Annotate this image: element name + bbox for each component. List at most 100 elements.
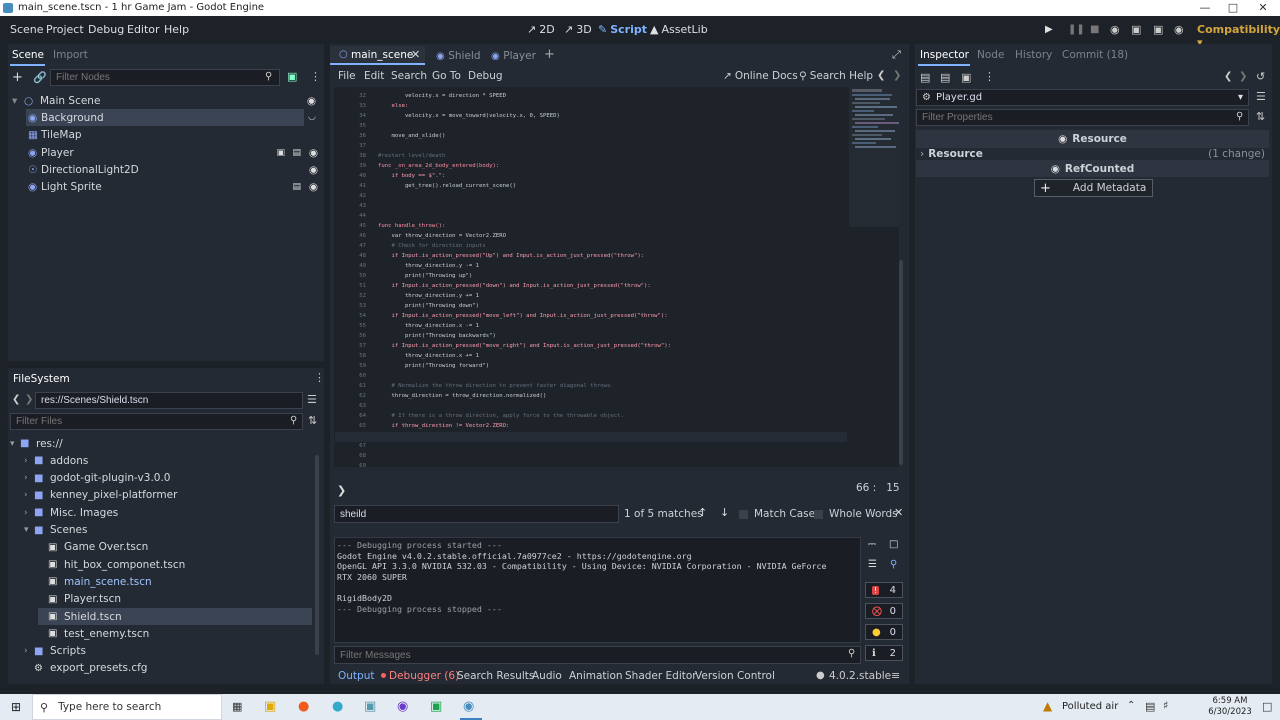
new-resource-icon[interactable]: ▤ — [920, 71, 930, 84]
visibility-eye-icon[interactable]: ◉ — [309, 181, 318, 193]
play-scene-icon[interactable]: ▣ — [1131, 23, 1141, 36]
chevron-right-icon[interactable]: › — [24, 646, 34, 656]
online-docs-button[interactable]: ↗ Online Docs — [723, 70, 798, 82]
chevron-right-icon[interactable]: › — [24, 490, 34, 500]
tab-commit[interactable]: Commit (18) — [1062, 49, 1128, 61]
filesystem-item[interactable]: › ■ kenney_pixel-platformer — [24, 487, 312, 504]
filter-lines-icon[interactable]: ☰ — [868, 559, 877, 570]
tab-scene[interactable]: Scene — [12, 49, 44, 61]
filesystem-item[interactable]: ▣ Game Over.tscn — [38, 539, 312, 556]
find-prev-icon[interactable]: ↑ — [698, 506, 707, 519]
file-explorer-icon[interactable]: ▣ — [264, 699, 276, 714]
warning-filter-toggle[interactable]: ● 0 — [865, 624, 903, 640]
more-options-icon[interactable]: ⋮ — [984, 70, 995, 83]
taskbar-date[interactable]: 6/30/2023 — [1202, 707, 1258, 717]
filesystem-item[interactable]: › ■ Scripts — [24, 643, 312, 660]
add-node-icon[interactable]: + — [12, 70, 23, 85]
open-scene-icon[interactable]: ▣ — [276, 148, 285, 158]
bottom-tab-search-results[interactable]: Search Results — [457, 670, 534, 682]
error-filter-toggle[interactable]: ⨂ 0 — [865, 603, 903, 619]
taskbar-search-box[interactable]: ⚲ Type here to search — [32, 694, 222, 720]
history-icon[interactable]: ↺ — [1256, 70, 1265, 83]
script-menu-goto[interactable]: Go To — [432, 70, 461, 82]
tab-history[interactable]: History — [1015, 49, 1052, 61]
visibility-eye-icon[interactable]: ◉ — [307, 95, 316, 107]
chevron-right-icon[interactable]: › — [24, 508, 34, 518]
filesystem-item[interactable]: › ■ addons — [24, 452, 312, 469]
script-attached-icon[interactable]: ▤ — [292, 182, 301, 192]
tree-node-player[interactable]: ◉ Player ▣ ▤ ◉ — [26, 144, 322, 161]
search-help-button[interactable]: ⚲ Search Help — [799, 70, 873, 82]
task-view-icon[interactable]: ▦ — [232, 700, 242, 713]
more-options-icon[interactable]: ⋮ — [314, 371, 325, 384]
message-filter-toggle[interactable]: ℹ 2 — [865, 645, 903, 661]
minimize-icon[interactable]: — — [1190, 1, 1220, 14]
load-resource-icon[interactable]: ▤ — [940, 71, 950, 84]
visibility-eye-icon[interactable]: ◉ — [309, 164, 318, 176]
script-menu-edit[interactable]: Edit — [364, 70, 384, 82]
whole-words-checkbox[interactable]: Whole Words — [814, 508, 898, 520]
chevron-right-icon[interactable]: › — [24, 473, 34, 483]
tab-import[interactable]: Import — [53, 49, 88, 61]
add-tab-icon[interactable]: + — [544, 47, 555, 62]
menu-help[interactable]: Help — [164, 23, 189, 36]
filesystem-item[interactable]: ▣ hit_box_componet.tscn — [38, 556, 312, 573]
script-menu-search[interactable]: Search — [391, 70, 427, 82]
prev-object-icon[interactable]: ❮ — [1224, 71, 1232, 82]
movie-maker-icon[interactable]: ◉ — [1174, 23, 1184, 36]
code-scrollbar[interactable] — [899, 260, 903, 465]
collapse-arrow-icon[interactable]: ▾ — [12, 95, 24, 107]
list-view-icon[interactable]: ☰ — [307, 393, 317, 406]
filesystem-item[interactable]: ▣ Player.tscn — [38, 591, 312, 608]
tree-node-tilemap[interactable]: ▦ TileMap — [26, 126, 322, 143]
bottom-tab-version-control[interactable]: Version Control — [695, 670, 775, 682]
filter-files-input[interactable] — [10, 413, 303, 430]
distraction-free-icon[interactable]: ⤢ — [892, 48, 901, 62]
play-custom-icon[interactable]: ▣ — [1153, 23, 1163, 36]
filesystem-item[interactable]: ▣ main_scene.tscn — [38, 573, 312, 590]
bottom-tab-shader-editor[interactable]: Shader Editor — [625, 670, 697, 682]
tab-player[interactable]: ◉ Player — [491, 49, 536, 62]
tab-shield[interactable]: ◉ Shield — [436, 49, 481, 62]
close-window-icon[interactable]: ✕ — [1248, 1, 1278, 14]
taskbar-time[interactable]: 6:59 AM — [1207, 696, 1253, 706]
maximize-icon[interactable]: □ — [1218, 1, 1248, 14]
search-output-icon[interactable]: ⚲ — [890, 559, 897, 570]
next-script-icon[interactable]: ❯ — [893, 70, 901, 81]
close-find-icon[interactable]: ✕ — [894, 506, 903, 519]
property-options-icon[interactable]: ⇅ — [1256, 110, 1265, 123]
windows-start-icon[interactable]: ⊞ — [11, 700, 21, 714]
workspace-3d-button[interactable]: ↗ 3D — [564, 23, 592, 36]
prev-script-icon[interactable]: ❮ — [877, 70, 885, 81]
remote-debug-icon[interactable]: ◉ — [1110, 23, 1120, 36]
play-icon[interactable]: ▶ — [1045, 24, 1053, 35]
tab-node[interactable]: Node — [977, 49, 1004, 61]
script-attached-icon[interactable]: ▤ — [292, 148, 301, 158]
resource-property-group[interactable]: › Resource (1 change) — [916, 147, 1269, 161]
app-icon[interactable]: ▣ — [430, 699, 442, 714]
bottom-tab-output[interactable]: Output — [338, 670, 374, 682]
forward-arrow-icon[interactable]: ❯ — [25, 394, 33, 405]
filesystem-item[interactable]: › ■ Misc. Images — [24, 504, 312, 521]
filter-messages-input[interactable] — [334, 646, 861, 664]
add-metadata-button[interactable]: + Add Metadata — [1034, 179, 1153, 197]
brave-browser-icon[interactable]: ● — [298, 699, 309, 714]
back-arrow-icon[interactable]: ❮ — [12, 394, 20, 405]
filter-nodes-input[interactable] — [50, 69, 280, 86]
script-menu-file[interactable]: File — [338, 70, 356, 82]
chevron-right-icon[interactable]: › — [24, 456, 34, 466]
menu-scene[interactable]: Scene — [10, 23, 44, 36]
stop-icon[interactable]: ■ — [1090, 24, 1099, 35]
chevron-down-icon[interactable]: ▾ — [24, 525, 34, 535]
more-options-icon[interactable]: ⋮ — [310, 70, 321, 83]
filesystem-path-input[interactable] — [35, 392, 303, 409]
bottom-tab-debugger[interactable]: Debugger (6) — [389, 670, 459, 682]
workspace-assetlib-button[interactable]: ▲ AssetLib — [650, 23, 708, 36]
notifications-icon[interactable]: □ — [1262, 700, 1272, 713]
copy-output-icon[interactable]: □ — [889, 539, 898, 550]
clear-output-icon[interactable]: ⎓ — [868, 539, 876, 550]
visibility-eye-icon[interactable]: ◉ — [309, 147, 318, 159]
volume-icon[interactable]: ♯ — [1163, 699, 1168, 712]
pause-icon[interactable]: ❚❚ — [1068, 24, 1085, 35]
toggle-scripts-panel-icon[interactable]: ❯ — [337, 484, 346, 497]
